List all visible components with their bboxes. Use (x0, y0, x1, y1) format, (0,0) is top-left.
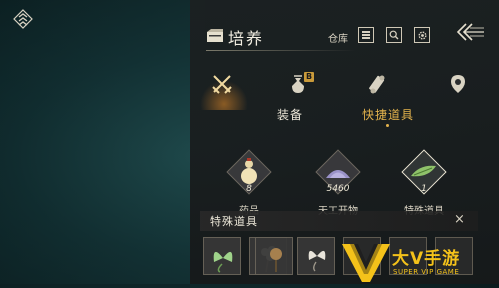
special-slot-3[interactable] (255, 237, 293, 275)
brown-flower-icon (270, 248, 282, 272)
item-count: 1 (421, 184, 427, 194)
white-butterfly-icon (308, 250, 326, 272)
tab-badge: B (304, 72, 314, 82)
back-chevrons-icon[interactable] (452, 20, 486, 44)
header-divider (206, 50, 356, 51)
location-pin-icon[interactable] (444, 70, 472, 98)
special-slot-4[interactable] (297, 237, 335, 275)
watermark-subtext: SUPER VIP GAME (393, 268, 460, 276)
watermark-text: 大V手游 (392, 249, 461, 269)
green-butterfly-icon (213, 251, 233, 273)
close-icon[interactable]: × (454, 213, 465, 227)
tab-quick-items[interactable]: 快捷道具 (362, 106, 414, 123)
special-slot-1[interactable] (203, 237, 241, 275)
inventory-book-icon (206, 28, 224, 42)
warehouse-label[interactable]: 仓库 (328, 30, 348, 45)
game-scene-background (0, 0, 205, 284)
gear-icon[interactable] (414, 27, 430, 43)
page-title: 培养 (228, 29, 265, 48)
tab-equipment[interactable]: 装备 (277, 106, 303, 123)
scroll-icon[interactable] (364, 70, 392, 98)
list-icon[interactable] (358, 27, 374, 43)
crossed-swords-icon[interactable] (208, 70, 236, 98)
item-count: 5460 (326, 184, 350, 194)
search-icon[interactable] (386, 27, 402, 43)
active-tab-indicator (386, 124, 389, 127)
menu-collapse-icon[interactable] (12, 8, 34, 30)
item-count: 8 (246, 184, 252, 194)
special-items-title: 特殊道具 (210, 215, 258, 228)
